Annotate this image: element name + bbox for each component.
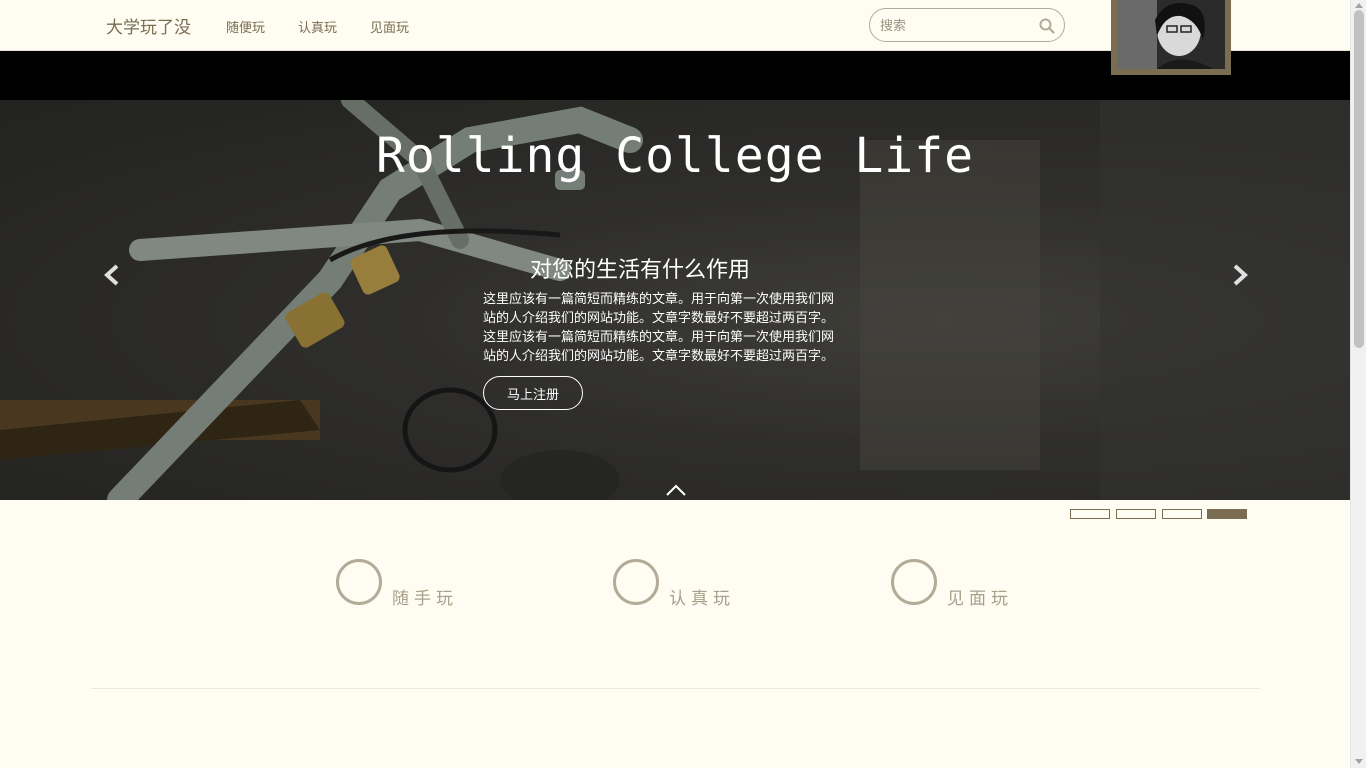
brand-logo[interactable]: 大学玩了没 xyxy=(106,13,191,38)
page-scrollbar[interactable] xyxy=(1350,0,1366,768)
hero-description-line: 站的人介绍我们的网站功能。文章字数最好不要超过两百字。 xyxy=(483,311,835,326)
carousel-indicator-1[interactable] xyxy=(1070,509,1110,519)
hero-description: 这里应该有一篇简短而精练的文章。用于向第一次使用我们网 站的人介绍我们的网站功能… xyxy=(483,290,867,366)
carousel-indicator-4[interactable] xyxy=(1207,509,1247,519)
hero-description-line: 站的人介绍我们的网站功能。文章字数最好不要超过两百字。 xyxy=(483,349,835,364)
carousel-indicator-3[interactable] xyxy=(1162,509,1202,519)
scroll-down-arrow-icon[interactable] xyxy=(1355,759,1363,764)
search-input[interactable] xyxy=(880,16,1030,36)
nav-link-serious-play[interactable]: 认真玩 xyxy=(298,17,337,36)
search-icon[interactable] xyxy=(1039,18,1055,34)
hero-subtitle: 对您的生活有什么作用 xyxy=(530,258,751,283)
feature-circle-icon xyxy=(891,559,937,605)
scroll-up-arrow-icon[interactable] xyxy=(1355,3,1363,8)
hero-description-line: 这里应该有一篇简短而精练的文章。用于向第一次使用我们网 xyxy=(483,292,835,307)
chevron-up-icon[interactable] xyxy=(665,483,687,497)
feature-label: 见面玩 xyxy=(947,589,1013,609)
hero-title: Rolling College Life xyxy=(376,128,974,184)
nav-link-meetup-play[interactable]: 见面玩 xyxy=(370,17,409,36)
feature-circle-icon xyxy=(336,559,382,605)
feature-label: 随手玩 xyxy=(392,589,458,609)
section-divider xyxy=(91,688,1260,689)
nav-link-casual-play[interactable]: 随便玩 xyxy=(226,17,265,36)
carousel-indicator-2[interactable] xyxy=(1116,509,1156,519)
hero-carousel: Rolling College Life 对您的生活有什么作用 这里应该有一篇简… xyxy=(0,100,1350,500)
scrollbar-thumb[interactable] xyxy=(1354,10,1364,348)
user-avatar[interactable] xyxy=(1111,0,1231,75)
feature-label: 认真玩 xyxy=(669,589,735,609)
chevron-left-icon[interactable] xyxy=(100,260,124,290)
signup-button[interactable]: 马上注册 xyxy=(483,376,583,410)
hero-description-line: 这里应该有一篇简短而精练的文章。用于向第一次使用我们网 xyxy=(483,330,835,345)
feature-circle-icon xyxy=(613,559,659,605)
search-box xyxy=(869,8,1065,42)
avatar-photo xyxy=(1117,0,1225,69)
chevron-right-icon[interactable] xyxy=(1228,260,1252,290)
